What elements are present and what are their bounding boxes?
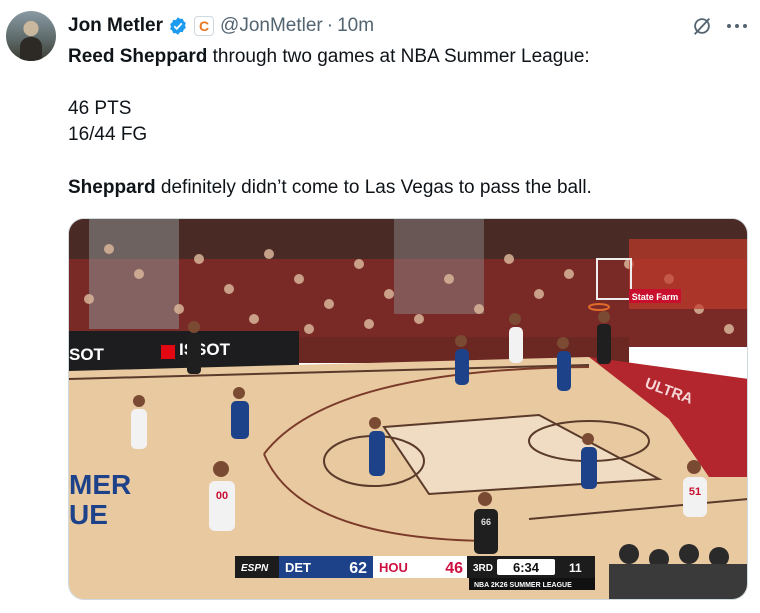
team1-score: 62 <box>349 560 367 577</box>
author-avatar[interactable] <box>6 11 56 61</box>
player-surname-bold[interactable]: Sheppard <box>68 177 156 198</box>
period: 3RD <box>473 563 493 574</box>
author-handle[interactable]: @JonMetler <box>220 15 323 37</box>
scoreboard-footer: NBA 2K26 SUMMER LEAGUE <box>474 582 572 589</box>
stat-points: 46 PTS <box>68 98 132 119</box>
more-icon[interactable] <box>725 14 749 38</box>
basketball-court-scene: State Farm SOT ISSOT ULTRA MER UE 00 51 … <box>69 219 747 599</box>
tweet-media-video[interactable]: State Farm SOT ISSOT ULTRA MER UE 00 51 … <box>68 218 748 600</box>
ad-board-tissot: ISSOT <box>179 340 231 359</box>
game-clock: 6:34 <box>513 560 540 575</box>
tweet-timestamp[interactable]: 10m <box>337 15 374 37</box>
player-number-51: 51 <box>689 486 701 498</box>
team1-abbr: DET <box>285 560 311 575</box>
player-number-00: 00 <box>216 490 228 502</box>
referee-number-66: 66 <box>481 517 491 527</box>
line3-rest: definitely didn’t come to Las Vegas to p… <box>155 177 592 198</box>
shot-clock: 11 <box>569 561 582 575</box>
court-logo-line2: UE <box>69 499 108 530</box>
separator-dot: · <box>326 15 334 36</box>
line1-rest: through two games at NBA Summer League: <box>207 46 590 67</box>
court-logo-line1: MER <box>69 469 131 500</box>
grok-icon[interactable] <box>690 14 714 38</box>
team2-abbr: HOU <box>379 560 408 575</box>
player-name-bold[interactable]: Reed Sheppard <box>68 46 207 67</box>
author-name[interactable]: Jon Metler <box>68 15 163 37</box>
verified-badge-icon[interactable] <box>168 16 188 36</box>
stat-field-goals: 16/44 FG <box>68 124 148 145</box>
network-logo: ESPN <box>241 563 269 574</box>
statefarm-sign: State Farm <box>632 292 679 302</box>
affiliate-badge-icon[interactable]: C <box>194 16 215 36</box>
tweet-text-line3: Sheppard definitely didn’t come to Las V… <box>68 175 592 201</box>
tweet-header: Jon Metler C @JonMetler · 10m <box>68 14 374 38</box>
team2-score: 46 <box>445 560 463 577</box>
tweet-text-line1: Reed Sheppard through two games at NBA S… <box>68 44 590 70</box>
ad-board-left: SOT <box>69 345 105 364</box>
